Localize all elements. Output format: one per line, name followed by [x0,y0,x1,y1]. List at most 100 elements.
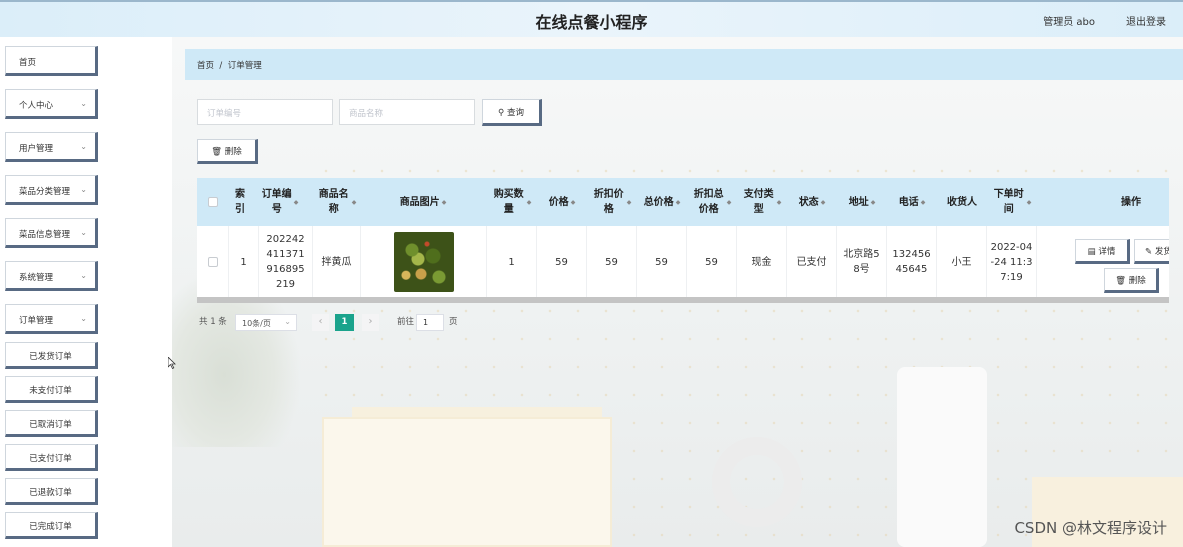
app-title: 在线点餐小程序 [535,13,648,32]
chevron-down-icon: ⌄ [284,317,291,326]
header-product-image[interactable]: 商品图片 ◆ [361,178,485,226]
header-discount-total[interactable]: 折扣总价格 ◆ [687,178,737,226]
header-order-time[interactable]: 下单时间 ◆ [987,178,1037,226]
sidebar-subitem-shipped[interactable]: 已发货订单 [5,342,98,369]
cell-status: 已支付 [787,226,837,298]
sidebar-subitem-paid[interactable]: 已支付订单 [5,444,98,471]
header-order-no[interactable]: 订单编号 ◆ [259,178,301,226]
sort-icon[interactable]: ◆ [571,195,576,210]
header-index: 索引 [235,189,245,215]
cell-product-name: 拌黄瓜 [313,226,361,298]
current-user: 管理员 abo [1043,17,1095,28]
cylinder-decoration [897,367,987,547]
product-name-input[interactable]: 商品名称 [339,99,475,125]
sidebar-item-dish-info[interactable]: 菜品信息管理 ⌄ [5,218,98,248]
header-address[interactable]: 地址 ◆ [837,178,887,226]
chevron-down-icon: ⌄ [80,142,87,151]
header-status[interactable]: 状态 ◆ [787,178,837,226]
sort-icon[interactable]: ◆ [527,195,532,210]
mouse-cursor-icon [168,357,176,369]
ship-button[interactable]: ✎ 发货 [1134,239,1169,264]
sidebar-item-label: 菜品信息管理 [19,230,71,240]
header-price[interactable]: 价格 ◆ [537,178,587,226]
chevron-down-icon: ⌄ [80,314,87,323]
sidebar-subitem-unpaid[interactable]: 未支付订单 [5,376,98,403]
select-all-checkbox[interactable] [208,197,218,207]
sort-icon[interactable]: ◆ [1027,195,1032,210]
sort-icon[interactable]: ◆ [871,195,876,210]
sort-icon[interactable]: ◆ [627,195,632,210]
order-no-input[interactable]: 订单编号 [197,99,333,125]
breadcrumb: 首页 / 订单管理 [185,49,1183,80]
header-discount-price[interactable]: 折扣价格 ◆ [587,178,637,226]
header-quantity[interactable]: 购买数量 ◆ [487,178,537,226]
row-select[interactable] [197,226,229,298]
search-icon: ⚲ [498,108,505,118]
sidebar-item-orders[interactable]: 订单管理 ⌄ [5,304,98,334]
cell-pay-type: 现金 [737,226,787,298]
batch-delete-button[interactable]: 🗑 删除 [197,139,258,164]
sort-icon[interactable]: ◆ [294,195,299,210]
sort-icon[interactable]: ◆ [352,195,357,210]
sidebar-item-label: 首页 [19,58,37,68]
header-phone[interactable]: 电话 ◆ [887,178,937,226]
horizontal-scrollbar[interactable] [197,297,1169,303]
cell-order-time: 2022-04-24 11:37:19 [987,226,1037,298]
sidebar-item-system[interactable]: 系统管理 ⌄ [5,261,98,291]
chevron-down-icon: ⌄ [80,271,87,280]
delete-row-button[interactable]: 🗑 删除 [1104,268,1159,293]
prev-page-button[interactable]: ‹ [312,314,329,331]
sidebar-item-home[interactable]: 首页 [5,46,98,76]
next-page-button[interactable]: › [362,314,379,331]
logout-link[interactable]: 退出登录 [1126,13,1166,28]
cell-discount-total: 59 [687,226,737,298]
header-pay-type[interactable]: 支付类型 ◆ [737,178,787,226]
breadcrumb-separator: / [219,61,223,71]
page-number-current[interactable]: 1 [335,314,354,331]
cell-price: 59 [537,226,587,298]
sidebar-subitem-completed[interactable]: 已完成订单 [5,512,98,539]
cell-order-no: 202242411371916895219 [259,226,313,298]
sort-icon[interactable]: ◆ [676,195,681,210]
pagination-total: 共 1 条 [199,317,227,327]
cell-quantity: 1 [487,226,537,298]
goto-page-input[interactable]: 1 [416,314,444,331]
box-decoration [322,417,612,547]
sidebar-item-profile[interactable]: 个人中心 ⌄ [5,89,98,119]
header-total-price[interactable]: 总价格 ◆ [637,178,687,226]
delete-button-label: 删除 [224,147,242,157]
sort-icon[interactable]: ◆ [821,195,826,210]
cell-discount-price: 59 [587,226,637,298]
sidebar-subitem-cancelled[interactable]: 已取消订单 [5,410,98,437]
sidebar: 首页 个人中心 ⌄ 用户管理 ⌄ 菜品分类管理 ⌄ 菜品信息管理 ⌄ 系统管理 … [0,37,172,547]
watermark: CSDN @林文程序设计 [1014,519,1167,537]
sort-icon[interactable]: ◆ [777,195,782,210]
detail-button[interactable]: ▤ 详情 [1075,239,1130,264]
sidebar-item-label: 用户管理 [19,144,54,154]
sort-icon[interactable]: ◆ [921,195,926,210]
cell-product-image [361,226,487,298]
cell-index: 1 [229,226,259,298]
chevron-down-icon: ⌄ [80,99,87,108]
ring-decoration [712,437,802,527]
sidebar-item-dish-category[interactable]: 菜品分类管理 ⌄ [5,175,98,205]
sidebar-item-label: 菜品分类管理 [19,187,71,197]
page-size-select[interactable]: 10条/页 ⌄ [235,314,297,331]
goto-suffix: 页 [449,317,458,327]
header-receiver[interactable]: 收货人 [937,178,987,226]
cell-total-price: 59 [637,226,687,298]
header-product-name[interactable]: 商品名称 ◆ [313,178,361,226]
sort-icon[interactable]: ◆ [442,195,447,210]
query-button-label: 查询 [506,108,524,118]
row-checkbox[interactable] [207,257,218,267]
header-select-all[interactable] [197,178,229,226]
header-actions: 操作 [1121,196,1141,208]
sidebar-subitem-refunded[interactable]: 已退款订单 [5,478,98,505]
sidebar-item-label: 订单管理 [19,316,54,326]
sort-icon[interactable]: ◆ [727,195,732,210]
sidebar-item-users[interactable]: 用户管理 ⌄ [5,132,98,162]
cell-actions: ▤ 详情 ✎ 发货 🗑 删除 [1037,226,1169,298]
document-icon: ▤ [1087,247,1096,257]
breadcrumb-home[interactable]: 首页 [197,61,214,71]
query-button[interactable]: ⚲ 查询 [482,99,542,126]
